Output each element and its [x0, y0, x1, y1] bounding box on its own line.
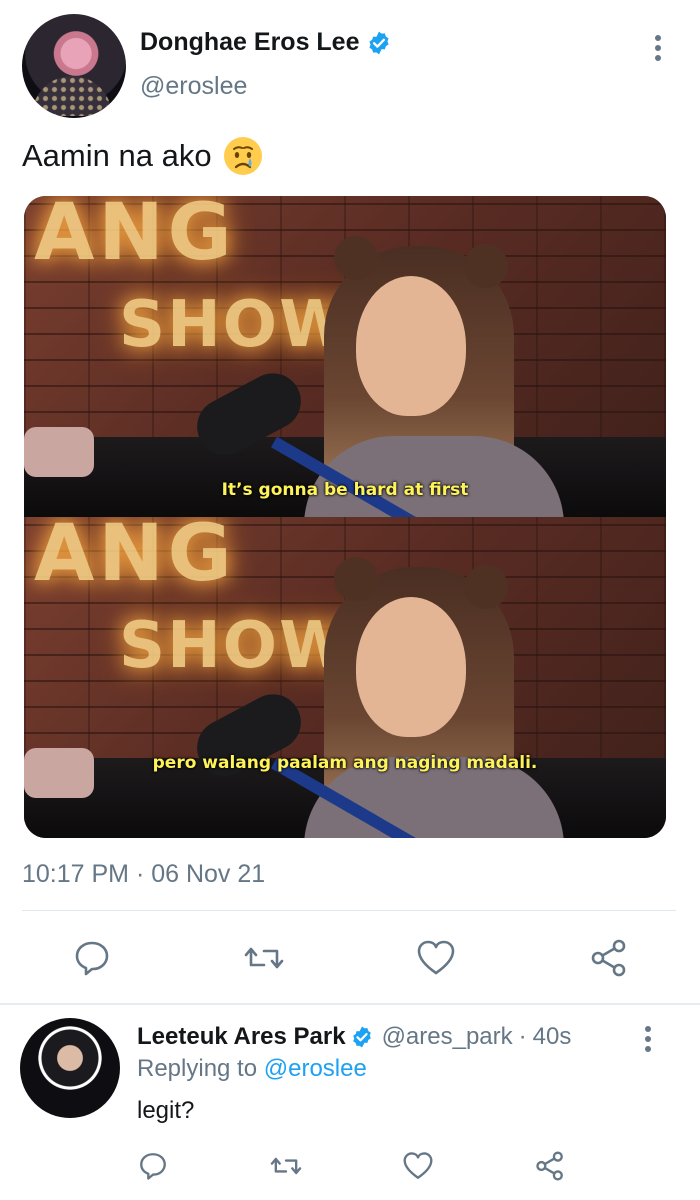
reply-header: Leeteuk Ares Park @ares_park · 40s: [137, 1023, 571, 1051]
reply-timestamp[interactable]: 40s: [533, 1023, 572, 1051]
reply-action-bar: [0, 1148, 700, 1188]
replying-prefix: Replying to: [137, 1055, 258, 1082]
author-handle[interactable]: @eroslee: [140, 72, 247, 101]
reply-body: legit?: [137, 1097, 195, 1124]
person-graphic: [304, 557, 564, 838]
like-icon[interactable]: [413, 935, 459, 981]
more-options-icon[interactable]: [636, 1021, 660, 1057]
separator-dot: ·: [518, 1023, 527, 1050]
tweet-text: Aamin na ako: [22, 135, 264, 177]
neon-sign-graphic: ANG: [34, 517, 236, 599]
reply-author-avatar[interactable]: [20, 1018, 120, 1118]
tweet-timestamp[interactable]: 10:17 PM · 06 Nov 21: [22, 860, 265, 889]
reply-author-name[interactable]: Leeteuk Ares Park: [137, 1023, 346, 1051]
reply-author-handle[interactable]: @ares_park: [382, 1023, 513, 1051]
like-icon[interactable]: [400, 1148, 436, 1184]
neon-sign-graphic: ANG: [34, 196, 236, 278]
crying-face-icon: [223, 137, 262, 175]
share-icon[interactable]: [586, 935, 632, 981]
author-avatar[interactable]: [22, 14, 126, 118]
verified-badge-icon: [352, 1026, 371, 1048]
share-icon[interactable]: [532, 1148, 568, 1184]
reply-tweet[interactable]: Leeteuk Ares Park @ares_park · 40s Reply…: [0, 1005, 700, 1200]
replying-to-line: Replying to @eroslee: [137, 1055, 367, 1083]
tweet-body: Aamin na ako: [22, 138, 212, 173]
caption-text: It’s gonna be hard at first: [221, 480, 469, 500]
reply-icon[interactable]: [69, 935, 115, 981]
pillow-graphic: [24, 427, 94, 477]
divider: [22, 910, 676, 911]
replying-mention-link[interactable]: @eroslee: [264, 1055, 367, 1082]
person-graphic: [304, 236, 564, 517]
more-options-icon[interactable]: [646, 30, 670, 66]
tweet-action-bar: [0, 935, 700, 983]
tweet-media[interactable]: ANG SHOW It’s gonna be hard at first ANG…: [24, 196, 666, 838]
media-frame-bottom: ANG SHOW pero walang paalam ang naging m…: [24, 517, 666, 838]
retweet-icon[interactable]: [268, 1148, 304, 1184]
author-name-row: Donghae Eros Lee: [140, 28, 392, 57]
verified-badge-icon: [368, 31, 389, 54]
media-frame-top: ANG SHOW It’s gonna be hard at first: [24, 196, 666, 517]
caption-text: pero walang paalam ang naging madali.: [152, 753, 538, 773]
main-tweet[interactable]: Donghae Eros Lee @eroslee Aamin na ako A…: [0, 0, 700, 1000]
reply-icon[interactable]: [135, 1148, 171, 1184]
author-name[interactable]: Donghae Eros Lee: [140, 28, 360, 57]
retweet-icon[interactable]: [241, 935, 287, 981]
